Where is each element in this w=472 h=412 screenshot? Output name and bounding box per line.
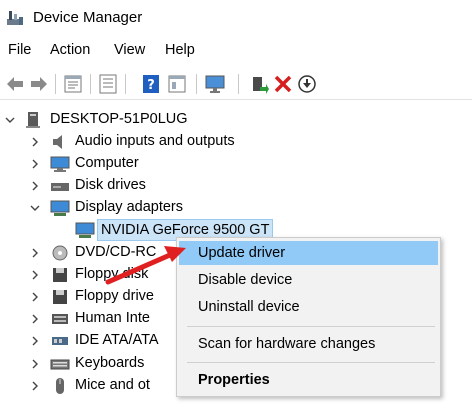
tree-item-label: Floppy drive [75, 288, 154, 304]
display-adapter-icon [75, 222, 95, 238]
tree-root-label: DESKTOP-51P0LUG [50, 111, 188, 127]
tree-item-label: Disk drives [75, 177, 146, 193]
help-icon[interactable]: ? [140, 73, 162, 95]
back-arrow-icon[interactable] [4, 73, 26, 95]
chevron-right-icon[interactable] [29, 157, 41, 171]
mouse-icon [56, 378, 64, 394]
chevron-down-icon[interactable] [4, 113, 16, 127]
chevron-right-icon[interactable] [29, 334, 41, 348]
chevron-right-icon[interactable] [29, 268, 41, 282]
view-icon[interactable] [166, 73, 188, 95]
uninstall-x-icon[interactable] [272, 73, 294, 95]
tree-item-label: Computer [75, 155, 139, 171]
chevron-right-icon[interactable] [29, 246, 41, 260]
dvd-drive-icon [52, 245, 68, 261]
download-circle-icon[interactable] [296, 73, 318, 95]
disk-drive-icon [51, 183, 69, 191]
toolbar-separator [196, 74, 197, 94]
tree-item-label: Human Inte [75, 310, 150, 326]
floppy-disk-icon [53, 268, 67, 282]
title-bar: Device Manager [0, 0, 472, 36]
forward-arrow-icon[interactable] [28, 73, 50, 95]
floppy-drive-icon [53, 290, 67, 304]
display-adapter-icon [50, 200, 70, 216]
add-driver-icon[interactable] [248, 73, 270, 95]
toolbar: ? [0, 68, 472, 100]
tree-item-label: IDE ATA/ATA [75, 332, 159, 348]
computer-icon [50, 156, 70, 172]
monitor-icon[interactable] [204, 73, 226, 95]
context-menu: Update driver Disable device Uninstall d… [176, 237, 441, 397]
list-icon[interactable] [97, 73, 119, 95]
computer-root-icon [26, 112, 40, 128]
tree-item-label: Audio inputs and outputs [75, 133, 235, 149]
properties-icon[interactable] [62, 73, 84, 95]
menu-view[interactable]: View [114, 42, 145, 58]
chevron-right-icon[interactable] [29, 312, 41, 326]
menu-disable-device[interactable]: Disable device [179, 268, 438, 292]
tree-item-label: Mice and ot [75, 377, 150, 393]
hid-icon [52, 314, 68, 324]
tree-root[interactable]: DESKTOP-51P0LUG [0, 109, 472, 131]
chevron-right-icon[interactable] [29, 357, 41, 371]
tree-item-audio[interactable]: Audio inputs and outputs [0, 131, 472, 153]
speaker-icon [53, 135, 62, 149]
chevron-right-icon[interactable] [29, 290, 41, 304]
chevron-right-icon[interactable] [29, 179, 41, 193]
toolbar-separator [90, 74, 91, 94]
menu-update-driver[interactable]: Update driver [179, 241, 438, 265]
menu-action[interactable]: Action [50, 42, 90, 58]
chevron-down-icon[interactable] [29, 201, 41, 215]
svg-text:?: ? [147, 78, 155, 93]
menu-uninstall-device[interactable]: Uninstall device [179, 295, 438, 319]
tree-item-label: DVD/CD-RC [75, 244, 157, 260]
tree-item-computer[interactable]: Computer [0, 153, 472, 175]
chevron-right-icon[interactable] [29, 135, 41, 149]
menu-file[interactable]: File [8, 42, 31, 58]
menu-separator [187, 326, 435, 327]
menu-bar: File Action View Help [0, 42, 472, 64]
tree-item-label: Floppy disk [75, 266, 149, 282]
toolbar-separator [55, 74, 56, 94]
tree-item-label: Display adapters [75, 199, 183, 215]
toolbar-separator [238, 74, 239, 94]
tree-item-disk-drives[interactable]: Disk drives [0, 175, 472, 197]
device-manager-icon [7, 11, 23, 25]
chevron-right-icon[interactable] [29, 379, 41, 393]
tree-item-label: Keyboards [75, 355, 145, 371]
menu-help[interactable]: Help [165, 42, 195, 58]
toolbar-separator [125, 74, 126, 94]
menu-separator [187, 362, 435, 363]
menu-scan-hardware[interactable]: Scan for hardware changes [179, 332, 438, 356]
window-title: Device Manager [33, 9, 143, 26]
keyboard-icon [50, 359, 70, 370]
menu-properties[interactable]: Properties [179, 368, 438, 392]
ide-controller-icon [52, 337, 68, 345]
tree-item-display-adapters[interactable]: Display adapters [0, 197, 472, 219]
